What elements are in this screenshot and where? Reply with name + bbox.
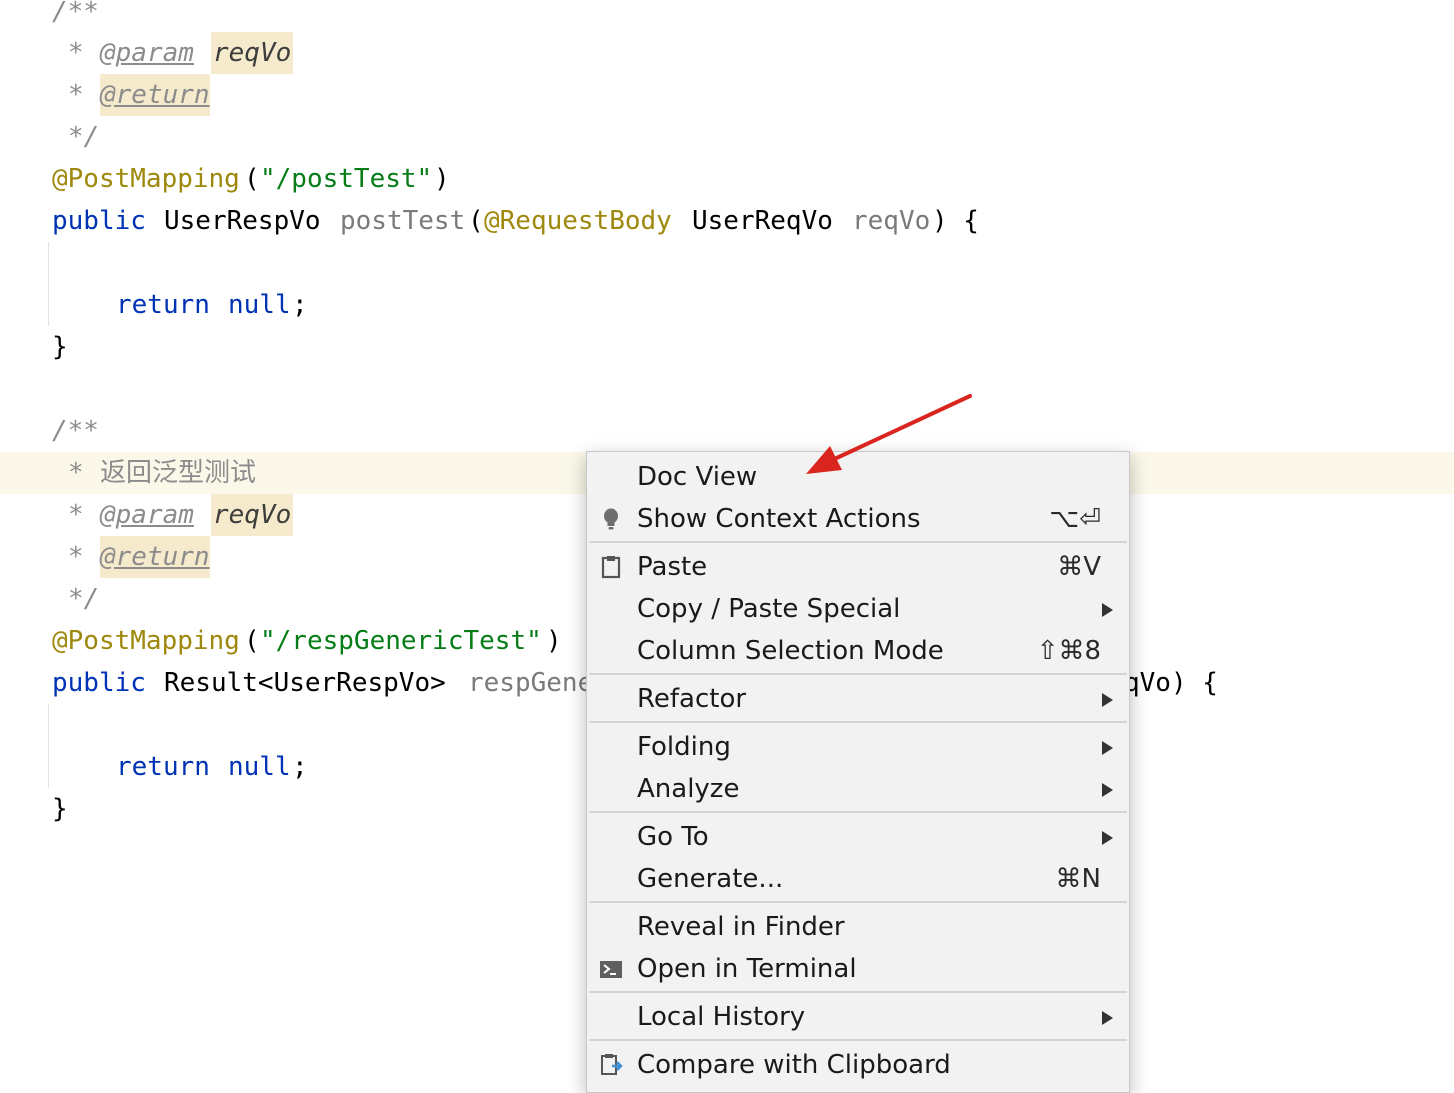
keyword-null: null	[228, 752, 291, 782]
paren: (	[468, 206, 484, 236]
menu-separator	[589, 991, 1127, 993]
annotation: @PostMapping	[52, 626, 240, 656]
comment-star: *	[68, 542, 84, 572]
keyword-return: return	[116, 752, 210, 782]
comment-star: *	[68, 458, 84, 488]
menu-separator	[589, 1039, 1127, 1041]
shortcut: ⇧⌘8	[1036, 636, 1101, 666]
submenu-arrow-icon	[1102, 603, 1113, 617]
menu-separator	[589, 811, 1127, 813]
doc-param-tag: @param	[100, 38, 194, 68]
editor-context-menu: Doc View Show Context Actions ⌥⏎ Paste ⌘…	[586, 451, 1130, 1093]
keyword-public: public	[52, 206, 146, 236]
keyword-return: return	[116, 290, 210, 320]
doc-return-tag: @return	[100, 536, 210, 578]
shortcut: ⌥⏎	[1049, 504, 1101, 534]
keyword-null: null	[228, 290, 291, 320]
paren: )	[546, 626, 562, 656]
code-line[interactable]: /**	[0, 0, 1454, 33]
menu-item-go-to[interactable]: Go To	[587, 816, 1129, 858]
code-line[interactable]: public UserRespVo postTest ( @RequestBod…	[0, 200, 1454, 242]
menu-separator	[589, 721, 1127, 723]
code-line[interactable]: * @param reqVo	[0, 32, 1454, 74]
paren: )	[434, 164, 450, 194]
menu-item-folding[interactable]: Folding	[587, 726, 1129, 768]
semicolon: ;	[292, 752, 308, 782]
method-name: postTest	[340, 206, 466, 236]
paren: (	[244, 164, 260, 194]
signature-tail: qVo) {	[1124, 668, 1218, 698]
terminal-icon	[600, 961, 622, 978]
closing-brace: }	[52, 794, 68, 824]
closing-brace: }	[52, 332, 68, 362]
param-name: reqVo	[852, 206, 931, 236]
comment-star: *	[68, 80, 84, 110]
return-type: UserRespVo	[164, 206, 321, 236]
shortcut: ⌘N	[1055, 864, 1101, 894]
comment-open: /**	[52, 416, 99, 446]
code-line[interactable]: */	[0, 116, 1454, 158]
menu-item-open-in-terminal[interactable]: Open in Terminal	[587, 948, 1129, 990]
code-line[interactable]: @PostMapping ( "/postTest" )	[0, 158, 1454, 200]
signature-tail: ) {	[932, 206, 979, 236]
menu-item-doc-view[interactable]: Doc View	[587, 456, 1129, 498]
menu-item-compare-with-clipboard[interactable]: Compare with Clipboard	[587, 1044, 1129, 1086]
param-type: UserReqVo	[692, 206, 833, 236]
paren: (	[244, 626, 260, 656]
compare-clipboard-icon	[601, 1054, 623, 1075]
comment-close: */	[68, 122, 100, 152]
method-name: respGene	[468, 668, 594, 698]
menu-item-column-selection-mode[interactable]: Column Selection Mode ⇧⌘8	[587, 630, 1129, 672]
doc-param-name: reqVo	[211, 494, 294, 536]
lightbulb-icon	[604, 508, 618, 530]
menu-item-copy-paste-special[interactable]: Copy / Paste Special	[587, 588, 1129, 630]
comment-star: *	[68, 500, 84, 530]
code-line[interactable]: /**	[0, 410, 1454, 452]
menu-separator	[589, 901, 1127, 903]
code-line[interactable]: }	[0, 326, 1454, 368]
keyword-public: public	[52, 668, 146, 698]
comment-close: */	[68, 584, 100, 614]
submenu-arrow-icon	[1102, 741, 1113, 755]
string-literal: "/postTest"	[260, 164, 433, 194]
doc-description: 返回泛型测试	[100, 458, 257, 488]
comment-star: *	[68, 38, 84, 68]
submenu-arrow-icon	[1102, 783, 1113, 797]
submenu-arrow-icon	[1102, 1011, 1113, 1025]
menu-item-generate[interactable]: Generate... ⌘N	[587, 858, 1129, 900]
menu-item-reveal-in-finder[interactable]: Reveal in Finder	[587, 906, 1129, 948]
doc-return-tag: @return	[100, 74, 210, 116]
submenu-arrow-icon	[1102, 831, 1113, 845]
menu-separator	[589, 673, 1127, 675]
semicolon: ;	[292, 290, 308, 320]
menu-item-refactor[interactable]: Refactor	[587, 678, 1129, 720]
clipboard-icon	[601, 556, 621, 579]
code-line[interactable]: * @return	[0, 74, 1454, 116]
shortcut: ⌘V	[1057, 552, 1101, 582]
doc-param-name: reqVo	[211, 32, 294, 74]
string-literal: "/respGenericTest"	[260, 626, 542, 656]
code-line[interactable]: return null ;	[0, 284, 1454, 326]
menu-item-analyze[interactable]: Analyze	[587, 768, 1129, 810]
menu-item-show-context-actions[interactable]: Show Context Actions ⌥⏎	[587, 498, 1129, 540]
menu-separator	[589, 541, 1127, 543]
comment-open: /**	[52, 0, 99, 27]
return-type: Result<UserRespVo>	[164, 668, 446, 698]
annotation: @PostMapping	[52, 164, 240, 194]
menu-item-local-history[interactable]: Local History	[587, 996, 1129, 1038]
doc-param-tag: @param	[100, 500, 194, 530]
param-annotation: @RequestBody	[484, 206, 672, 236]
submenu-arrow-icon	[1102, 693, 1113, 707]
menu-item-paste[interactable]: Paste ⌘V	[587, 546, 1129, 588]
